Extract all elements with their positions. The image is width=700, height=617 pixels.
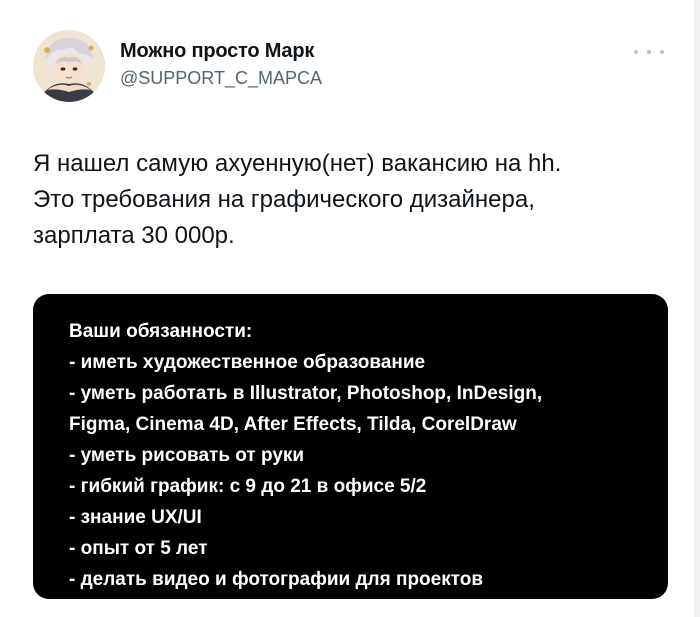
tweet-media-image[interactable]: Ваши обязанности: - иметь художественное…: [33, 294, 668, 599]
tweet-text-line: Это требования на графического дизайнера…: [33, 182, 673, 218]
media-list-item: - уметь работать в Illustrator, Photosho…: [69, 378, 668, 409]
tweet-text-line: зарплата 30 000р.: [33, 218, 673, 254]
scroll-edge: [694, 0, 700, 617]
avatar[interactable]: [33, 30, 105, 102]
tweet-text-line: Я нашел самую ахуенную(нет) вакансию на …: [33, 146, 673, 182]
media-list-item: - иметь художественное образование: [69, 347, 668, 378]
media-list-item: - гибкий график: с 9 до 21 в офисе 5/2: [69, 471, 668, 502]
user-handle[interactable]: @SUPPORT_C_MAPCA: [120, 68, 322, 89]
media-heading: Ваши обязанности:: [69, 316, 668, 347]
media-list-item: - уметь рисовать от руки: [69, 440, 668, 471]
media-list-item: Figma, Cinema 4D, After Effects, Tilda, …: [69, 409, 668, 440]
media-text-block: Ваши обязанности: - иметь художественное…: [69, 316, 668, 595]
media-list-item: - делать видео и фотографии для проектов: [69, 564, 668, 595]
avatar-illustration: [33, 30, 105, 102]
tweet-card: Можно просто Марк @SUPPORT_C_MAPCA Я наш…: [0, 0, 700, 617]
display-name[interactable]: Можно просто Марк: [120, 40, 314, 63]
more-horizontal-icon: [660, 50, 664, 54]
tweet-text: Я нашел самую ахуенную(нет) вакансию на …: [33, 146, 673, 254]
more-horizontal-icon: [634, 50, 638, 54]
media-list-item: - знание UX/UI: [69, 502, 668, 533]
media-list-item: - опыт от 5 лет: [69, 533, 668, 564]
more-options-button[interactable]: [634, 42, 664, 62]
more-horizontal-icon: [647, 50, 651, 54]
